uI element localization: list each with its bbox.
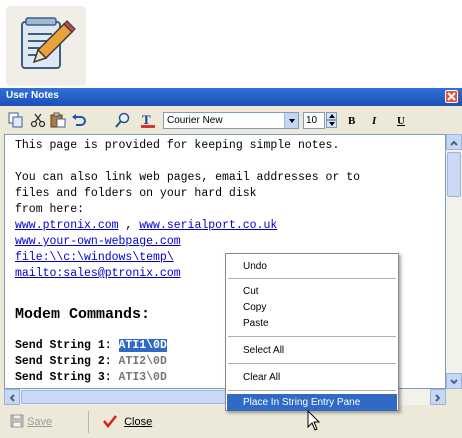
copy-icon[interactable] <box>8 112 24 128</box>
menu-item-cut[interactable]: Cut <box>227 283 397 300</box>
menu-divider <box>228 336 396 337</box>
scroll-left-icon[interactable] <box>4 389 20 405</box>
link-own-webpage[interactable]: www.your-own-webpage.com <box>15 235 181 248</box>
selected-command[interactable]: ATI1\0D <box>118 339 167 352</box>
scroll-right-icon[interactable] <box>430 389 446 405</box>
scroll-up-icon[interactable] <box>446 134 462 150</box>
chevron-down-icon[interactable] <box>284 113 298 128</box>
menu-item-place-in-string-entry-pane[interactable]: Place In String Entry Pane <box>227 394 397 411</box>
menu-item-undo[interactable]: Undo <box>227 258 397 275</box>
command-value: ATI3\0D <box>118 371 167 384</box>
toolbar-separator <box>88 411 89 433</box>
note-line: files and folders on your hard disk <box>15 187 257 200</box>
title-bar[interactable]: User Notes <box>0 88 462 106</box>
paste-icon[interactable] <box>50 112 66 128</box>
link-file-temp[interactable]: file:\\c:\windows\temp\ <box>15 251 174 264</box>
link-mailto[interactable]: mailto:sales@ptronix.com <box>15 267 181 280</box>
send-string-line: Send String 3: ATI3\0D <box>15 371 167 384</box>
font-size-input[interactable]: 10 <box>303 112 325 129</box>
close-window-button[interactable] <box>445 90 458 103</box>
menu-item-select-all[interactable]: Select All <box>227 342 397 359</box>
font-size-value: 10 <box>306 115 318 126</box>
context-menu: Undo Cut Copy Paste Select All Clear All… <box>225 253 399 411</box>
notepad-pencil-icon <box>21 17 76 69</box>
font-size-stepper[interactable] <box>326 112 337 129</box>
link-line: www.ptronix.com , www.serialport.co.uk <box>15 219 277 232</box>
app-icon[interactable] <box>6 6 86 86</box>
close-button[interactable]: Close <box>102 412 152 432</box>
bold-button[interactable]: B <box>348 115 355 127</box>
window-title: User Notes <box>6 90 59 101</box>
find-icon[interactable] <box>115 112 131 128</box>
scroll-down-icon[interactable] <box>446 373 462 389</box>
checkmark-icon <box>103 415 117 429</box>
link-ptronix[interactable]: www.ptronix.com <box>15 219 119 232</box>
send-string-label: Send String 3: <box>15 371 119 384</box>
svg-text:T: T <box>142 112 151 127</box>
save-label: Save <box>27 416 53 428</box>
close-label: Close <box>124 416 153 428</box>
send-string-label: Send String 2: <box>15 355 119 368</box>
spin-down-icon[interactable] <box>326 120 337 128</box>
send-string-line: Send String 2: ATI2\0D <box>15 355 167 368</box>
spin-up-icon[interactable] <box>326 112 337 120</box>
underline-button[interactable]: U <box>397 115 405 127</box>
vertical-scroll-thumb[interactable] <box>447 152 461 197</box>
horizontal-scroll-thumb[interactable] <box>21 390 241 404</box>
note-line: This page is provided for keeping simple… <box>15 139 340 152</box>
font-color-icon[interactable]: T <box>140 112 156 128</box>
link-serialport[interactable]: www.serialport.co.uk <box>139 219 277 232</box>
undo-icon[interactable] <box>71 112 87 128</box>
send-string-line: Send String 1: ATI1\0D <box>15 339 167 352</box>
link-separator: , <box>118 219 140 232</box>
mouse-cursor-icon <box>307 410 321 431</box>
cut-icon[interactable] <box>30 112 46 128</box>
font-name-select[interactable]: Courier New <box>163 112 299 129</box>
menu-item-clear-all[interactable]: Clear All <box>227 369 397 386</box>
menu-divider <box>228 363 396 364</box>
menu-divider <box>228 390 396 391</box>
italic-button[interactable]: I <box>372 115 376 127</box>
modem-commands-heading: Modem Commands: <box>15 306 151 323</box>
menu-divider <box>228 278 396 279</box>
save-button[interactable]: Save <box>10 412 52 432</box>
toolbar: T Courier New 10 B I U <box>0 106 462 134</box>
close-icon <box>447 92 456 101</box>
menu-item-copy[interactable]: Copy <box>227 299 397 316</box>
note-line: from here: <box>15 203 85 216</box>
vertical-scrollbar[interactable] <box>446 134 462 389</box>
floppy-disk-icon <box>10 414 24 428</box>
font-name-value: Courier New <box>167 115 223 126</box>
menu-item-paste[interactable]: Paste <box>227 315 397 332</box>
command-value: ATI2\0D <box>118 355 167 368</box>
note-line: You can also link web pages, email addre… <box>15 171 361 184</box>
send-string-label: Send String 1: <box>15 339 119 352</box>
